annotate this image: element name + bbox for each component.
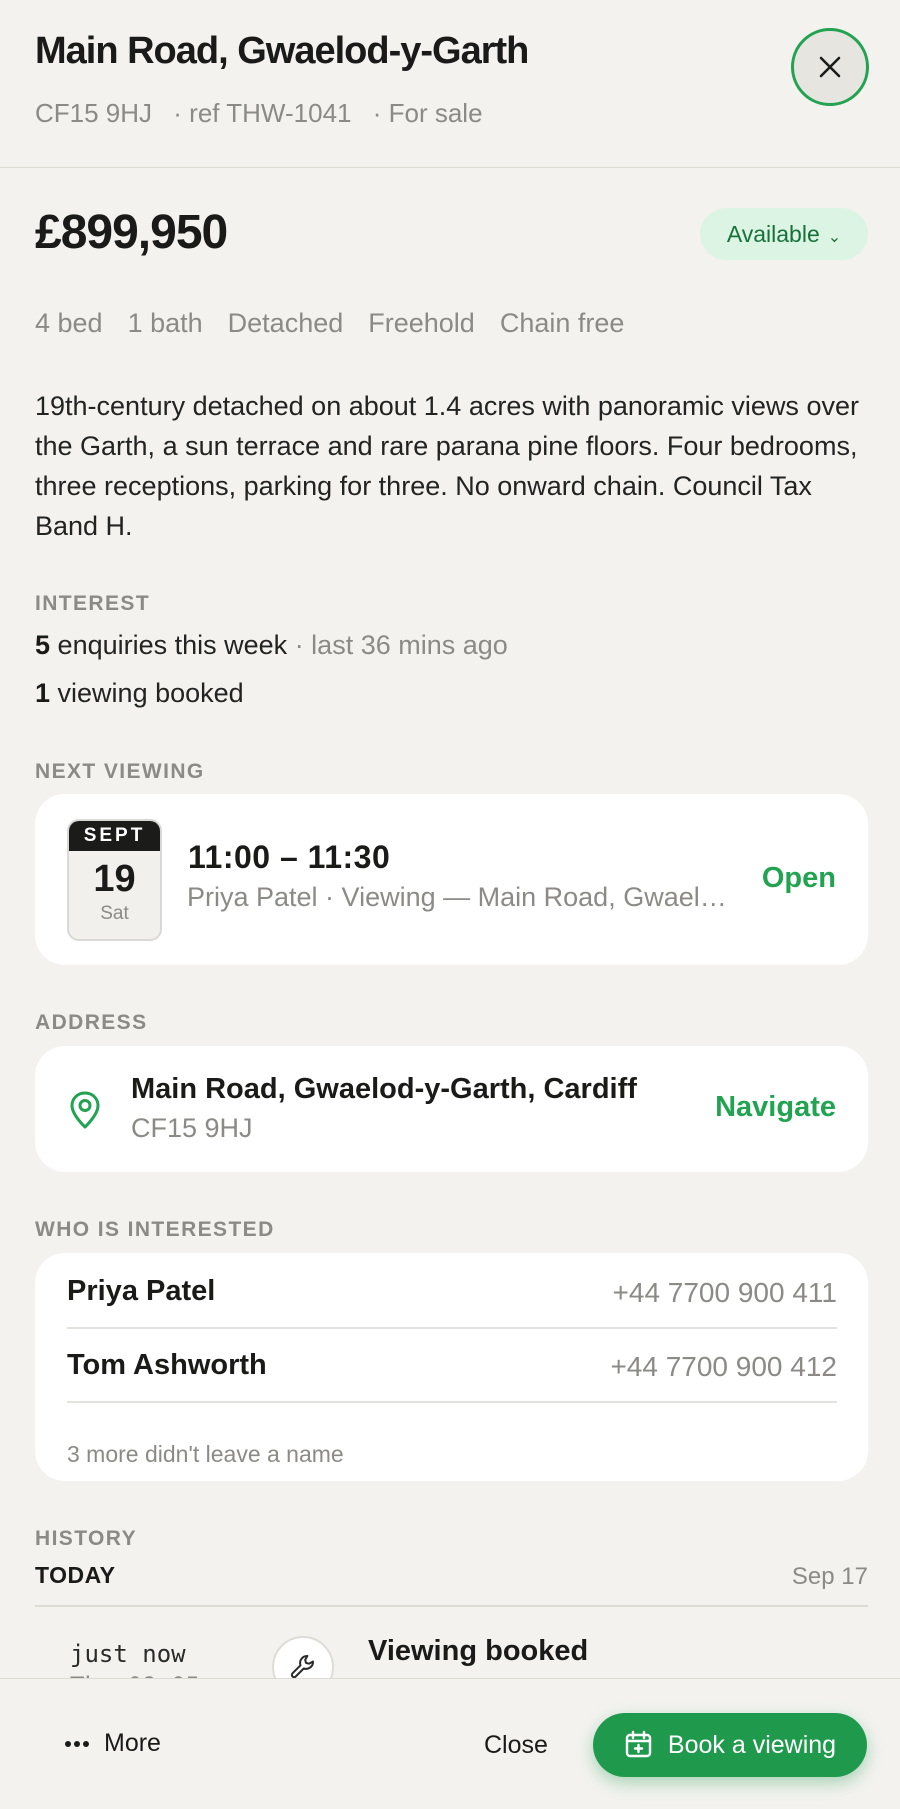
property-tags: 4 bed 1 bath Detached Freehold Chain fre… bbox=[35, 308, 624, 339]
contact-phone[interactable]: +44 7700 900 412 bbox=[610, 1351, 837, 1383]
chevron-down-icon: ⌄ bbox=[827, 229, 842, 246]
listing-ref: · ref THW-1041 bbox=[173, 98, 352, 128]
history-group-label: TODAY bbox=[35, 1562, 116, 1588]
listing-postcode: CF15 9HJ bbox=[35, 98, 153, 128]
address-postcode: CF15 9HJ bbox=[131, 1113, 253, 1143]
calendar-day: 19 bbox=[93, 858, 136, 900]
history-group-date: Sep 17 bbox=[791, 1563, 868, 1590]
open-viewing-button[interactable]: Open bbox=[762, 862, 836, 895]
interested-section-label: WHO IS INTERESTED bbox=[35, 1218, 275, 1241]
tag-bathrooms: 1 bath bbox=[127, 308, 203, 338]
viewings-count: 1 bbox=[35, 678, 51, 708]
listing-price: £899,950 bbox=[35, 206, 228, 259]
enquiries-text: enquiries this week bbox=[57, 630, 288, 660]
tag-bedrooms: 4 bed bbox=[35, 308, 103, 338]
viewings-line: 1 viewing booked bbox=[35, 678, 244, 709]
location-pin-icon bbox=[70, 1091, 100, 1129]
close-text-button[interactable]: Close bbox=[484, 1731, 548, 1760]
status-dropdown[interactable]: Available ⌄ bbox=[700, 208, 868, 260]
history-section-label: HISTORY bbox=[35, 1527, 137, 1550]
property-description: 19th-century detached on about 1.4 acres… bbox=[35, 391, 859, 541]
navigate-button[interactable]: Navigate bbox=[715, 1091, 836, 1124]
more-button[interactable]: More bbox=[64, 1729, 161, 1758]
book-viewing-button[interactable]: Book a viewing bbox=[593, 1713, 867, 1777]
calendar-add-icon bbox=[625, 1730, 652, 1758]
address-line: Main Road, Gwaelod-y-Garth, Cardiff bbox=[131, 1073, 637, 1105]
address-card: Main Road, Gwaelod-y-Garth, Cardiff CF15… bbox=[35, 1046, 868, 1172]
close-icon bbox=[819, 56, 841, 78]
calendar-month: SEPT bbox=[69, 821, 160, 851]
contact-row[interactable]: Priya Patel +44 7700 900 411 bbox=[67, 1253, 837, 1329]
interested-card: Priya Patel +44 7700 900 411 Tom Ashwort… bbox=[35, 1253, 868, 1481]
viewing-subtitle: Priya Patel · Viewing — Main Road, Gwael… bbox=[187, 882, 737, 912]
listing-type: · For sale bbox=[372, 98, 483, 128]
contact-name: Tom Ashworth bbox=[67, 1349, 267, 1381]
history-event-time: just now bbox=[70, 1640, 186, 1668]
enquiries-count: 5 bbox=[35, 630, 51, 660]
tag-property-type: Detached bbox=[227, 308, 344, 338]
close-button[interactable] bbox=[791, 28, 869, 106]
calendar-date-badge: SEPT 19 Sat bbox=[67, 819, 162, 941]
anonymous-interest-note: 3 more didn't leave a name bbox=[67, 1441, 344, 1467]
address-section-label: ADDRESS bbox=[35, 1011, 148, 1034]
calendar-weekday: Sat bbox=[100, 903, 129, 924]
history-divider bbox=[35, 1605, 868, 1607]
viewing-time: 11:00 – 11:30 bbox=[188, 839, 391, 875]
tag-chain: Chain free bbox=[499, 308, 625, 338]
more-icon bbox=[65, 1740, 89, 1747]
contact-row[interactable]: Tom Ashworth +44 7700 900 412 bbox=[67, 1327, 837, 1403]
viewings-text: viewing booked bbox=[57, 678, 244, 708]
last-enquiry-text: · last 36 mins ago bbox=[294, 630, 508, 660]
listing-subtitle: CF15 9HJ · ref THW-1041 · For sale bbox=[35, 98, 497, 129]
contact-name: Priya Patel bbox=[67, 1275, 216, 1307]
tag-tenure: Freehold bbox=[368, 308, 475, 338]
book-viewing-label: Book a viewing bbox=[667, 1730, 837, 1759]
interest-section-label: INTEREST bbox=[35, 592, 151, 615]
next-viewing-section-label: NEXT VIEWING bbox=[35, 760, 205, 783]
listing-header: Main Road, Gwaelod-y-Garth CF15 9HJ · re… bbox=[0, 0, 900, 168]
enquiries-line: 5 enquiries this week · last 36 mins ago bbox=[35, 630, 508, 661]
next-viewing-card[interactable]: SEPT 19 Sat 11:00 – 11:30 Priya Patel · … bbox=[35, 794, 868, 965]
status-label: Available bbox=[726, 220, 820, 247]
action-bar: More Close Book a viewing bbox=[0, 1678, 900, 1809]
more-label: More bbox=[104, 1729, 161, 1757]
page-title: Main Road, Gwaelod-y-Garth bbox=[35, 30, 529, 72]
history-event-title: Viewing booked bbox=[368, 1635, 589, 1667]
contact-phone[interactable]: +44 7700 900 411 bbox=[613, 1277, 837, 1309]
